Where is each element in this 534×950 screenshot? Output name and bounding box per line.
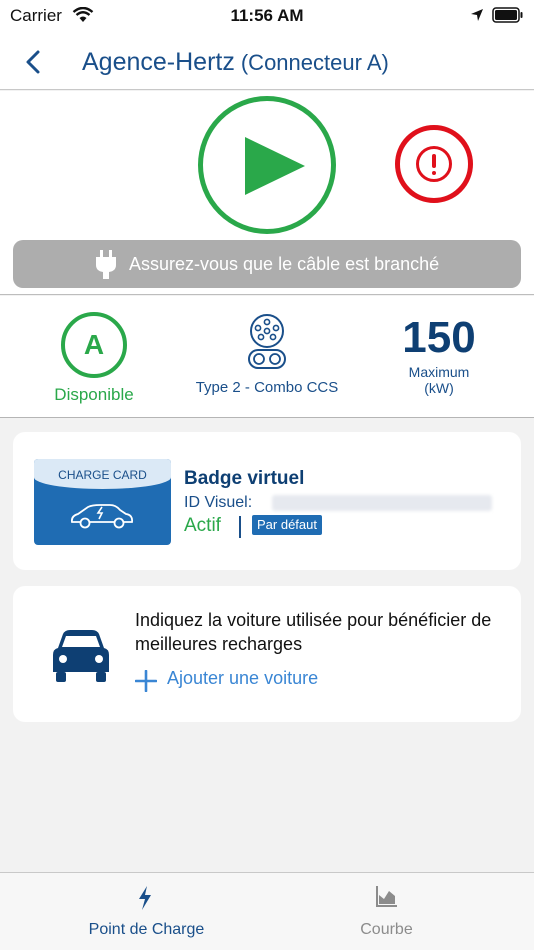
connector-letter-badge: A [61, 312, 127, 378]
vehicle-card: Indiquez la voiture utilisée pour bénéfi… [13, 586, 521, 722]
tab-label: Courbe [360, 921, 413, 938]
tab-point-de-charge[interactable]: Point de Charge [13, 873, 280, 950]
availability-status: Disponible [54, 385, 134, 404]
badge-id-label: ID Visuel: [184, 494, 253, 511]
charge-controls: Assurez-vous que le câble est branché [0, 91, 534, 295]
combo-ccs-connector-icon [248, 314, 286, 369]
max-power-label: Maximum (kW) [384, 364, 494, 396]
clock: 11:56 AM [230, 6, 304, 25]
tab-bar: Point de Charge Courbe [0, 872, 534, 950]
badge-id-value-redacted [272, 495, 492, 511]
tab-courbe[interactable]: Courbe [253, 873, 520, 950]
car-icon [53, 630, 109, 682]
alert-icon [416, 146, 452, 182]
bolt-icon [139, 886, 151, 910]
battery-icon [492, 7, 523, 23]
connector-name: (Connecteur A) [240, 50, 389, 75]
max-power-unit: (kW) [424, 380, 454, 396]
charge-badge-card[interactable]: CHARGE CARD Badge virtuel ID Visuel: Act… [13, 432, 521, 570]
station-name: Agence-Hertz [82, 48, 235, 76]
charge-card-label: CHARGE CARD [58, 468, 147, 482]
add-vehicle-label: Ajouter une voiture [167, 668, 319, 688]
cable-warning-banner: Assurez-vous que le câble est branché [13, 240, 521, 288]
badge-divider [239, 516, 241, 538]
badge-status: Actif [184, 515, 221, 536]
plug-icon [96, 250, 116, 279]
area-chart-icon [376, 886, 397, 907]
location-icon [471, 9, 483, 21]
charge-card-image: CHARGE CARD [34, 459, 171, 545]
default-badge-tag: Par défaut [252, 515, 322, 535]
max-power-value: 150 [402, 313, 476, 362]
connector-info: A Disponible Type 2 - Combo CCS 150 Maxi… [0, 296, 534, 418]
navigation-bar: Agence-Hertz (Connecteur A) [0, 32, 534, 90]
connector-type-label: Type 2 - Combo CCS [195, 379, 339, 396]
status-bar: Carrier 11:56 AM [0, 0, 534, 32]
play-icon [245, 137, 305, 195]
page-title: Agence-Hertz (Connecteur A) [82, 48, 389, 77]
max-power-caption: Maximum [408, 364, 470, 380]
vehicle-prompt: Indiquez la voiture utilisée pour bénéfi… [135, 610, 492, 654]
tab-label: Point de Charge [88, 921, 205, 938]
start-charge-button[interactable] [198, 96, 336, 234]
cable-warning-text: Assurez-vous que le câble est branché [129, 254, 440, 274]
back-chevron-icon[interactable] [22, 49, 46, 75]
electric-car-icon [70, 504, 134, 529]
badge-title: Badge virtuel [184, 468, 305, 489]
plus-icon [135, 670, 157, 692]
stop-charge-button[interactable] [395, 125, 473, 203]
